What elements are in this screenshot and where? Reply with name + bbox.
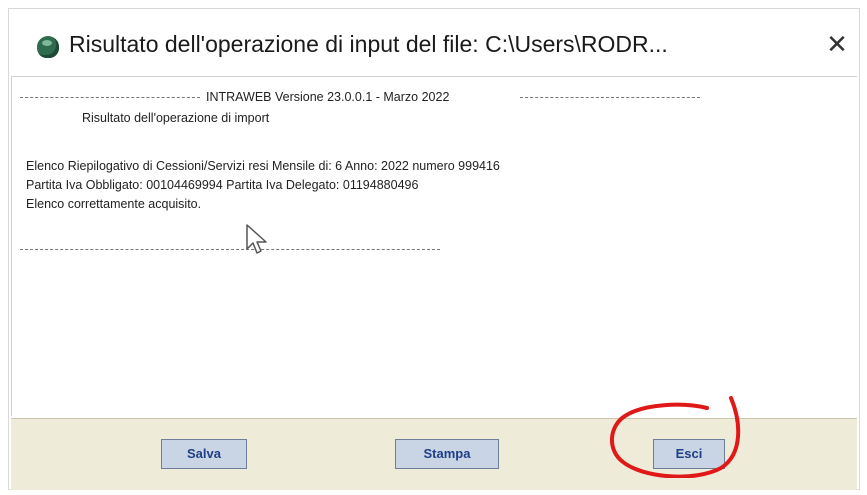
button-bar: Salva Stampa Esci xyxy=(11,418,857,490)
exit-button[interactable]: Esci xyxy=(653,439,725,469)
status-line: Elenco correttamente acquisito. xyxy=(26,197,202,211)
save-button[interactable]: Salva xyxy=(161,439,247,469)
close-button[interactable]: ✕ xyxy=(817,27,857,63)
result-dialog: Risultato dell'operazione di input del f… xyxy=(8,8,860,490)
window-title: Risultato dell'operazione di input del f… xyxy=(69,31,668,57)
print-button[interactable]: Stampa xyxy=(395,439,499,469)
version-text: INTRAWEB Versione 23.0.0.1 - Marzo 2022 xyxy=(206,90,450,104)
app-icon xyxy=(37,36,59,58)
divider-left xyxy=(20,97,200,98)
operation-subtitle: Risultato dell'operazione di import xyxy=(82,111,270,125)
mouse-pointer-icon xyxy=(246,224,267,254)
vat-line: Partita Iva Obbligato: 00104469994 Parti… xyxy=(26,178,419,192)
divider-right xyxy=(520,97,700,98)
divider-bottom xyxy=(20,249,440,250)
version-header: INTRAWEB Versione 23.0.0.1 - Marzo 2022 xyxy=(20,90,700,104)
title-bar[interactable]: Risultato dell'operazione di input del f… xyxy=(9,9,859,75)
summary-line: Elenco Riepilogativo di Cessioni/Servizi… xyxy=(26,159,500,173)
result-text-area[interactable]: INTRAWEB Versione 23.0.0.1 - Marzo 2022 … xyxy=(11,76,857,416)
